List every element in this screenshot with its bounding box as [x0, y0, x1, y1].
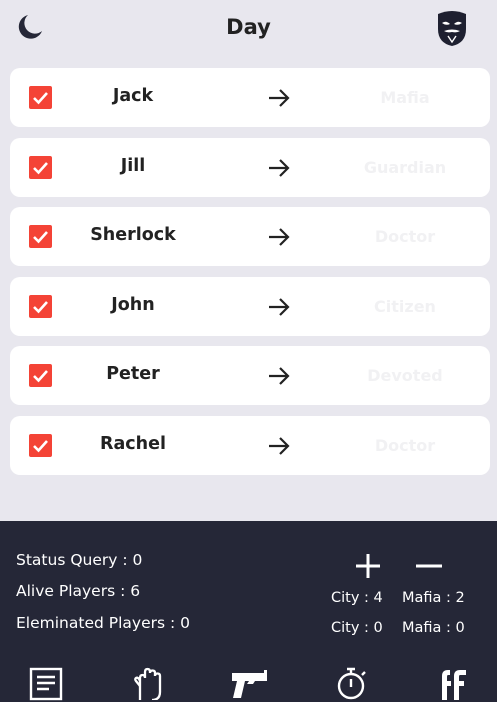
page-title: Day: [226, 15, 271, 39]
player-name: Sherlock: [90, 225, 176, 245]
check-icon: [33, 439, 48, 452]
player-list: Jack Mafia Jill Guardian Sherlock Doctor…: [10, 68, 490, 485]
player-name: John: [111, 294, 155, 315]
check-icon: [33, 231, 48, 244]
player-name: Peter: [106, 364, 160, 384]
eliminated-players-text: Eleminated Players : 0: [16, 614, 190, 632]
check-icon: [33, 92, 48, 105]
player-role: Doctor: [374, 227, 436, 246]
check-icon: [33, 161, 48, 174]
arrow-right-icon: [269, 228, 290, 246]
arrow-right-icon: [269, 367, 290, 385]
player-row[interactable]: Jill Guardian: [10, 137, 490, 197]
player-checkbox[interactable]: [29, 294, 52, 318]
player-role: Guardian: [363, 157, 447, 177]
player-row[interactable]: John Citizen: [10, 276, 490, 336]
hand-icon[interactable]: [130, 664, 166, 700]
arrow-right-icon: [269, 436, 290, 455]
player-checkbox[interactable]: [29, 364, 52, 387]
check-icon: [33, 300, 48, 313]
player-name: Jill: [120, 155, 146, 176]
player-checkbox[interactable]: [29, 86, 52, 109]
player-row[interactable]: Jack Mafia: [10, 68, 490, 127]
player-name: Jack: [112, 86, 154, 106]
player-role: Devoted: [367, 366, 443, 385]
mafia-count-plus: Mafia : 2: [402, 590, 465, 606]
city-count-plus: City : 4: [331, 590, 383, 606]
player-checkbox[interactable]: [29, 225, 52, 248]
app-header: Day: [0, 0, 497, 56]
player-row[interactable]: Sherlock Doctor: [10, 207, 490, 266]
stopwatch-icon[interactable]: [334, 666, 370, 702]
mafia-count-minus: Mafia : 0: [402, 620, 465, 636]
player-role: Citizen: [374, 296, 436, 316]
minus-icon[interactable]: [413, 550, 445, 582]
gun-icon[interactable]: [231, 666, 271, 702]
player-role: Doctor: [374, 435, 436, 455]
city-count-minus: City : 0: [331, 620, 383, 636]
arrow-right-icon: [269, 158, 290, 177]
arrow-right-icon: [269, 297, 290, 316]
ff-icon[interactable]: [436, 666, 472, 702]
moon-icon[interactable]: [15, 12, 45, 42]
player-name: Rachel: [100, 433, 166, 454]
status-panel: Status Query : 0 Alive Players : 6 Elemi…: [0, 521, 497, 702]
list-icon[interactable]: [28, 666, 64, 702]
check-icon: [33, 370, 48, 383]
player-row[interactable]: Peter Devoted: [10, 346, 490, 405]
alive-players-text: Alive Players : 6: [16, 582, 141, 600]
plus-icon[interactable]: [352, 550, 384, 582]
player-role: Mafia: [380, 88, 430, 107]
mask-icon[interactable]: [435, 9, 469, 47]
player-row[interactable]: Rachel Doctor: [10, 415, 490, 475]
player-checkbox[interactable]: [29, 155, 52, 179]
status-query-text: Status Query : 0: [16, 551, 143, 569]
arrow-right-icon: [269, 89, 290, 107]
player-checkbox[interactable]: [29, 433, 52, 457]
